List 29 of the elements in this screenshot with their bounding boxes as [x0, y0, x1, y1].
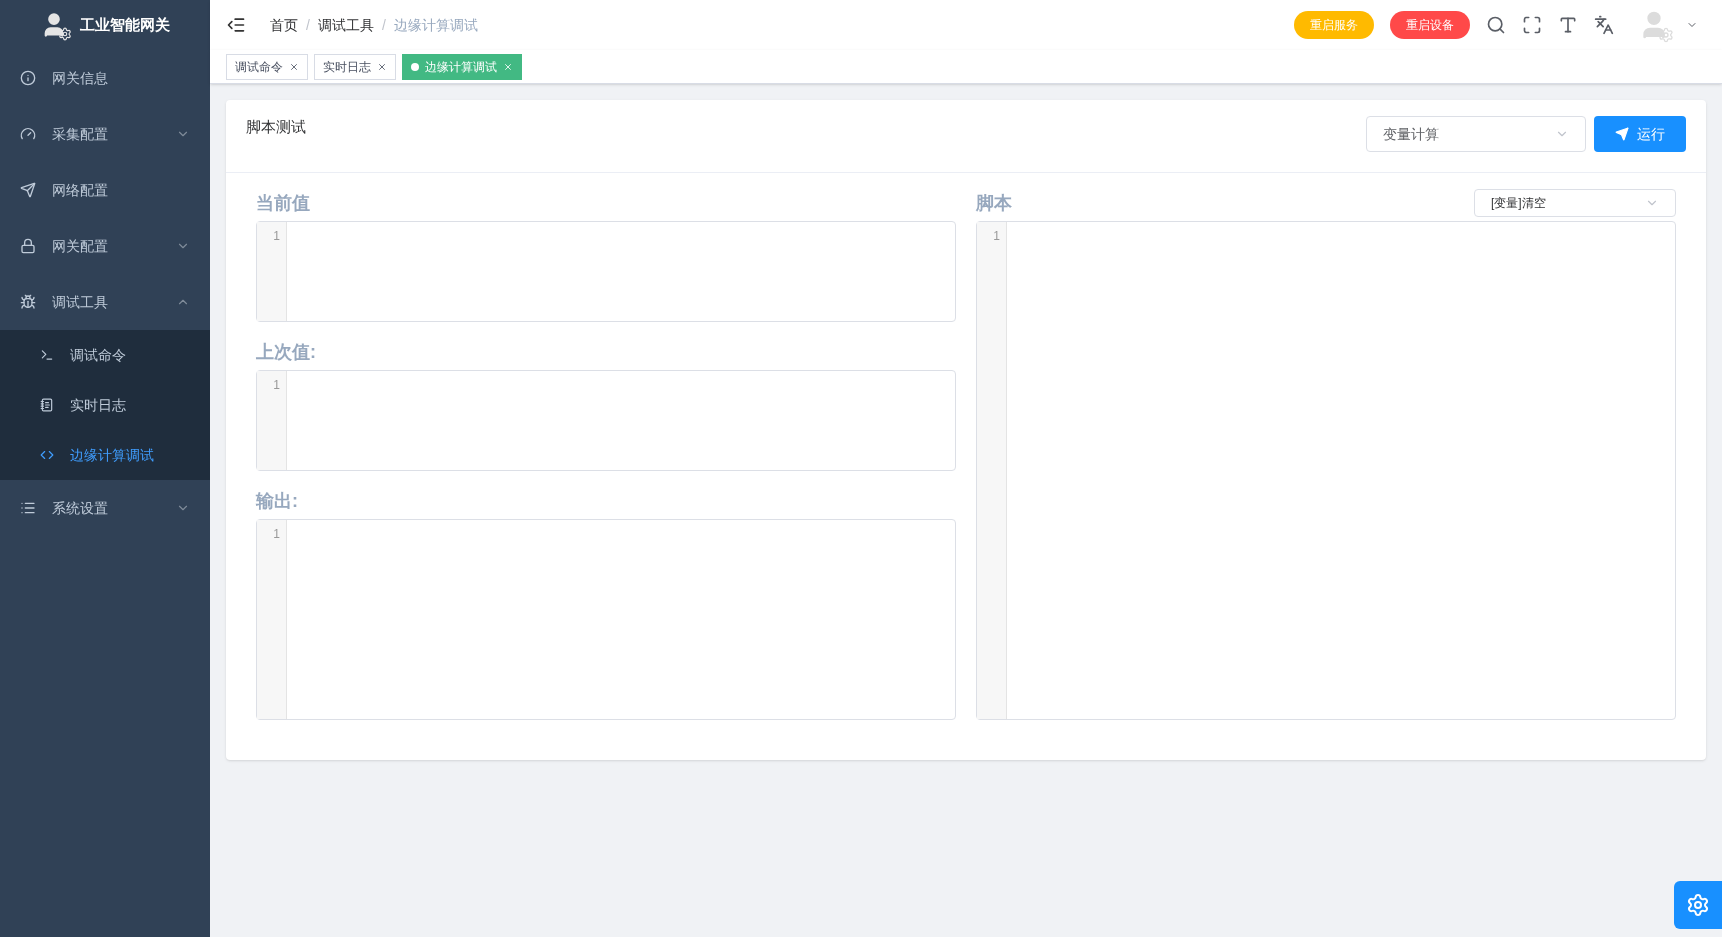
- editor-label: 当前值: [256, 192, 311, 215]
- submenu-item[interactable]: 调试命令: [0, 330, 210, 380]
- editor-label: 脚本: [976, 192, 1012, 215]
- breadcrumb-item: 边缘计算调试: [393, 16, 478, 35]
- app-title: 工业智能网关: [80, 14, 170, 35]
- restart-button[interactable]: 重启设备: [1390, 11, 1470, 39]
- editor-label: 输出:: [256, 490, 299, 513]
- breadcrumb-item[interactable]: 调试工具: [317, 15, 374, 35]
- submenu-item[interactable]: 边缘计算调试: [0, 430, 210, 480]
- menu-item[interactable]: 调试工具: [0, 274, 210, 330]
- menu-item[interactable]: 系统设置: [0, 480, 210, 536]
- editor-label: 上次值:: [256, 341, 317, 364]
- line-number: 1: [273, 526, 280, 542]
- breadcrumb-separator: /: [381, 16, 386, 35]
- menu-item[interactable]: 采集配置: [0, 106, 210, 162]
- menu-item[interactable]: 网关信息: [0, 50, 210, 106]
- line-number: 1: [273, 228, 280, 244]
- menu-item[interactable]: 网络配置: [0, 162, 210, 218]
- page-tab[interactable]: 调试命令: [226, 53, 308, 80]
- line-number: 1: [273, 377, 280, 393]
- submenu-item[interactable]: 实时日志: [0, 380, 210, 430]
- card-title: 脚本测试: [246, 117, 307, 137]
- page-tab[interactable]: 实时日志: [314, 53, 396, 80]
- breadcrumb-separator: /: [306, 16, 310, 35]
- mode-select[interactable]: 变量计算: [1366, 116, 1586, 152]
- breadcrumb-item[interactable]: 首页: [270, 15, 298, 35]
- menu-item[interactable]: 网关配置: [0, 218, 210, 274]
- template-select[interactable]: [变量]清空: [1474, 189, 1676, 217]
- line-number: 1: [993, 228, 1000, 244]
